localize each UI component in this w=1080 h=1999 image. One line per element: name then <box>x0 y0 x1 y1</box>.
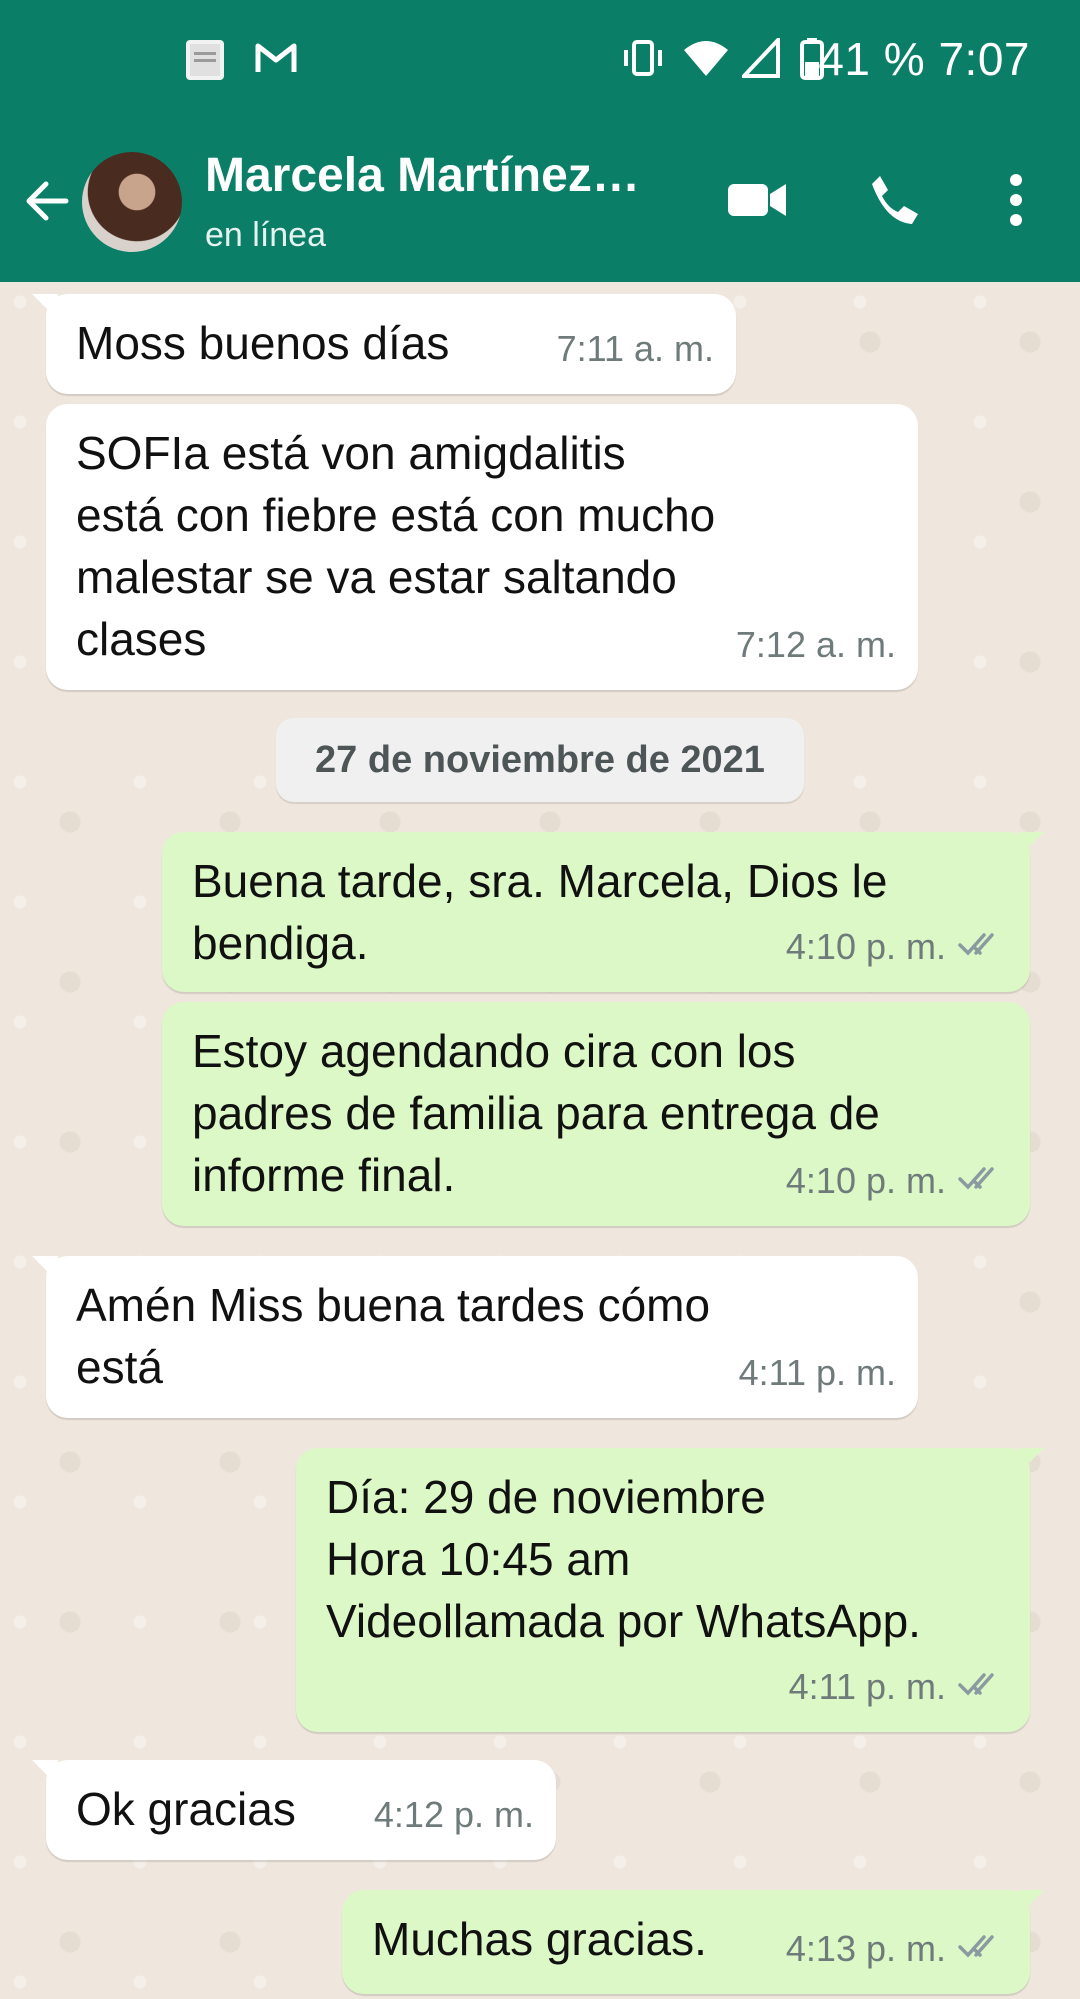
double-check-read-icon <box>958 1918 1008 1980</box>
message-outgoing[interactable]: Día: 29 de noviembre Hora 10:45 am Video… <box>296 1448 1044 1732</box>
message-text: Día: 29 de noviembre Hora 10:45 am Video… <box>326 1471 921 1647</box>
back-arrow-icon[interactable] <box>22 176 72 231</box>
message-incoming[interactable]: SOFIa está von amigdalitis está con fieb… <box>46 404 918 690</box>
message-time: 4:11 p. m. <box>738 1352 896 1393</box>
double-check-read-icon <box>958 1150 1008 1212</box>
message-meta: 4:13 p. m. <box>786 1918 1008 1980</box>
message-outgoing[interactable]: Estoy agendando cira con los padres de f… <box>162 1002 1030 1226</box>
message-incoming[interactable]: Moss buenos días 7:11 a. m. <box>32 294 736 394</box>
message-outgoing[interactable]: Muchas gracias. 4:13 p. m. <box>342 1890 1044 1994</box>
chat-header: Marcela Martínez… en línea <box>0 120 1080 282</box>
bubble-tail <box>32 294 58 320</box>
phone-call-icon[interactable] <box>866 172 922 233</box>
message-meta: 7:11 a. m. <box>557 318 714 380</box>
holy-bible-app-icon <box>184 38 228 89</box>
message-time: 4:13 p. m. <box>785 1928 946 1969</box>
message-meta: 7:12 a. m. <box>736 614 896 676</box>
status-bar: 41 % 7:07 <box>0 0 1080 120</box>
message-text: Amén Miss buena tardes cómo está <box>76 1279 711 1393</box>
message-text: Moss buenos días <box>76 317 450 369</box>
contact-name[interactable]: Marcela Martínez… <box>205 148 640 203</box>
status-text: 41 % 7:07 <box>818 32 1030 86</box>
message-outgoing[interactable]: Buena tarde, sra. Marcela, Dios le bendi… <box>162 832 1044 992</box>
contact-status: en línea <box>205 216 326 254</box>
bubble-tail <box>1018 832 1044 858</box>
message-text: Ok gracias <box>76 1783 296 1835</box>
date-divider: 27 de noviembre de 2021 <box>276 718 804 802</box>
double-check-read-icon <box>958 1656 1008 1718</box>
message-meta: 4:10 p. m. <box>786 1150 1008 1212</box>
gmail-icon <box>254 38 298 83</box>
message-meta: 4:10 p. m. <box>786 916 1008 978</box>
message-incoming[interactable]: Amén Miss buena tardes cómo está 4:11 p.… <box>32 1256 918 1418</box>
message-time: 4:11 p. m. <box>788 1666 946 1707</box>
message-text: Buena tarde, sra. Marcela, Dios le bendi… <box>192 855 888 969</box>
message-text: Muchas gracias. <box>372 1913 707 1965</box>
avatar[interactable] <box>82 152 182 252</box>
bubble-tail <box>32 1256 58 1282</box>
message-time: 7:12 a. m. <box>735 624 896 665</box>
message-meta: 4:11 p. m. <box>789 1656 1008 1718</box>
message-time: 4:12 p. m. <box>373 1794 534 1835</box>
message-time: 7:11 a. m. <box>556 328 714 369</box>
chat-area[interactable]: Moss buenos días 7:11 a. m. SOFIa está v… <box>0 282 1080 1999</box>
bubble-tail <box>1018 1448 1044 1474</box>
message-meta: 4:12 p. m. <box>374 1784 534 1846</box>
message-incoming[interactable]: Ok gracias 4:12 p. m. <box>32 1760 556 1860</box>
bubble-tail <box>32 1760 58 1786</box>
message-time: 4:10 p. m. <box>785 1160 946 1201</box>
more-options-icon[interactable] <box>1004 172 1028 233</box>
message-text: Estoy agendando cira con los padres de f… <box>192 1025 880 1201</box>
message-meta: 4:11 p. m. <box>739 1342 896 1404</box>
wifi-icon <box>682 38 730 83</box>
bubble-tail <box>1018 1890 1044 1916</box>
signal-icon <box>739 34 782 83</box>
video-call-icon[interactable] <box>726 172 788 233</box>
message-time: 4:10 p. m. <box>785 926 946 967</box>
battery-percent: 41 % <box>818 33 926 85</box>
clock: 7:07 <box>938 33 1030 85</box>
double-check-read-icon <box>958 916 1008 978</box>
message-text: SOFIa está von amigdalitis está con fieb… <box>76 427 716 665</box>
vibrate-icon <box>620 38 666 83</box>
